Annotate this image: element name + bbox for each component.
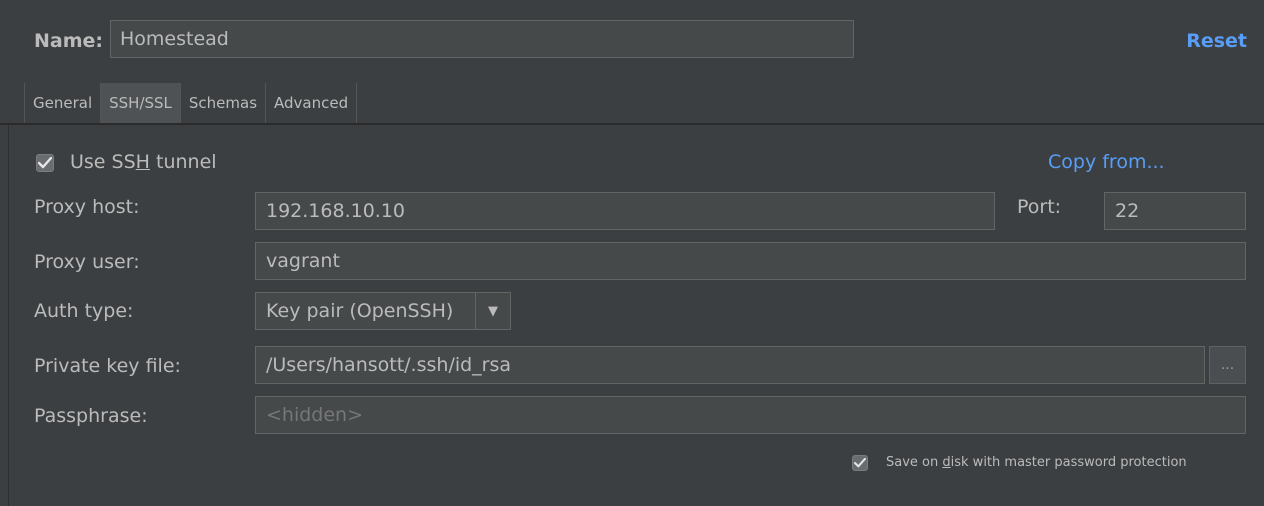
name-input[interactable]: Homestead — [110, 20, 854, 58]
private-key-label: Private key file: — [34, 355, 181, 377]
auth-type-value: Key pair (OpenSSH) — [266, 300, 454, 322]
auth-type-label: Auth type: — [34, 300, 134, 322]
checkmark-icon — [854, 458, 866, 468]
proxy-host-input[interactable]: 192.168.10.10 — [255, 192, 995, 230]
browse-key-button[interactable]: ... — [1209, 346, 1246, 384]
save-on-disk-checkbox[interactable] — [852, 455, 868, 471]
save-on-disk-label[interactable]: Save on disk with master password protec… — [886, 455, 1187, 470]
use-ssh-tunnel-label[interactable]: Use SSH tunnel — [70, 151, 217, 173]
use-ssh-tunnel-checkbox[interactable] — [36, 154, 54, 172]
reset-link[interactable]: Reset — [1186, 30, 1247, 52]
passphrase-label: Passphrase: — [34, 405, 148, 427]
tab-advanced[interactable]: Advanced — [266, 83, 358, 123]
passphrase-input[interactable]: <hidden> — [255, 396, 1246, 434]
tab-bar: General SSH/SSL Schemas Advanced — [24, 83, 358, 124]
dropdown-arrow-icon: ▼ — [475, 293, 510, 329]
tab-ssh-ssl[interactable]: SSH/SSL — [101, 83, 181, 123]
auth-type-select[interactable]: Key pair (OpenSSH) ▼ — [255, 292, 511, 330]
proxy-host-label: Proxy host: — [34, 196, 140, 218]
ssh-settings-panel — [8, 125, 1264, 506]
checkmark-icon — [38, 157, 52, 169]
proxy-user-input[interactable]: vagrant — [255, 242, 1246, 280]
tab-general[interactable]: General — [24, 83, 102, 123]
port-label: Port: — [1017, 196, 1062, 218]
private-key-input[interactable]: /Users/hansott/.ssh/id_rsa — [255, 346, 1205, 384]
copy-from-link[interactable]: Copy from... — [1048, 151, 1165, 173]
name-label: Name: — [34, 30, 104, 52]
tab-schemas[interactable]: Schemas — [180, 83, 267, 123]
proxy-user-label: Proxy user: — [34, 251, 140, 273]
port-input[interactable]: 22 — [1104, 192, 1246, 230]
